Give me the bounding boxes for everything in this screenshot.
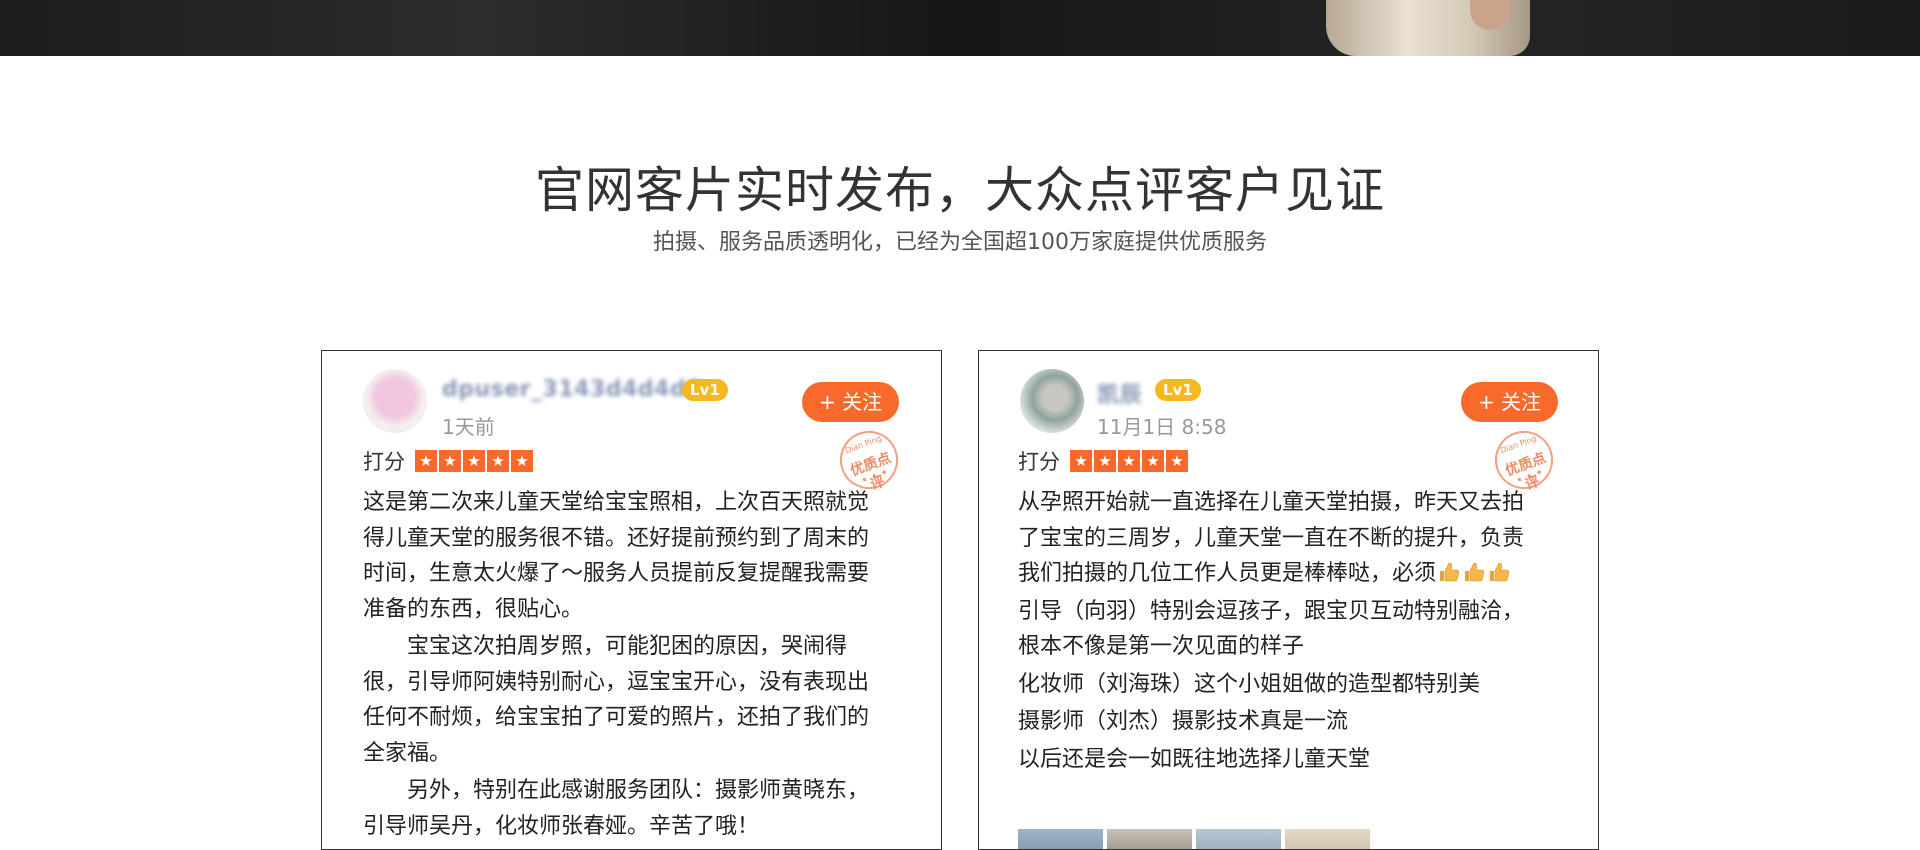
- section-subtitle: 拍摄、服务品质透明化，已经为全国超100万家庭提供优质服务: [653, 230, 1267, 255]
- review-card: 凯辰 Lv1 11月1日 8:58 + 关注 Dian Ping 优质点评 ★ …: [978, 350, 1599, 850]
- hero-banner: [0, 0, 1920, 56]
- rating: 打分 ★ ★ ★ ★ ★: [1018, 447, 1190, 475]
- review-photos[interactable]: [1018, 829, 1370, 849]
- star-icon: ★: [463, 450, 485, 472]
- thumbs-up-icon: [1465, 562, 1485, 582]
- username[interactable]: 凯辰: [1097, 377, 1142, 409]
- avatar[interactable]: [1020, 369, 1084, 433]
- review-paragraph: 宝宝这次拍周岁照，可能犯困的原因，哭闹得很，引导师阿姨特别耐心，逗宝宝开心，没有…: [363, 634, 870, 766]
- level-badge: Lv1: [682, 379, 728, 401]
- review-body: 从孕照开始就一直选择在儿童天堂拍摄，昨天又去拍了宝宝的三周岁，儿童天堂一直在不断…: [1018, 485, 1538, 779]
- review-photo[interactable]: [1285, 829, 1370, 849]
- star-icon: ★: [415, 450, 437, 472]
- thumbs-up-icon: [1490, 562, 1510, 582]
- review-photo[interactable]: [1107, 829, 1192, 849]
- star-icon: ★: [511, 450, 533, 472]
- rating-label: 打分: [1018, 450, 1060, 474]
- review-body: 这是第二次来儿童天堂给宝宝照相，上次百天照就觉得儿童天堂的服务很不错。还好提前预…: [363, 485, 883, 846]
- follow-button[interactable]: + 关注: [1461, 382, 1558, 422]
- review-paragraph: 另外，特别在此感谢服务团队：摄影师黄晓东，引导师吴丹，化妆师张春娅。辛苦了哦！: [363, 778, 870, 839]
- username[interactable]: dpuser_3143d4d4d6: [442, 377, 702, 402]
- rating: 打分 ★ ★ ★ ★ ★: [363, 447, 535, 475]
- star-icon: ★: [487, 450, 509, 472]
- review-paragraph: 化妆师（刘海珠）这个小姐姐做的造型都特别美: [1018, 671, 1481, 697]
- star-icon: ★: [1166, 450, 1188, 472]
- review-photo[interactable]: [1018, 829, 1103, 849]
- review-card: dpuser_3143d4d4d6 Lv1 1天前 + 关注 Dian Ping…: [321, 350, 942, 850]
- level-badge: Lv1: [1155, 379, 1201, 401]
- star-icon: ★: [1094, 450, 1116, 472]
- star-icon: ★: [439, 450, 461, 472]
- thumbs-up-icon: [1440, 562, 1460, 582]
- review-time: 11月1日 8:58: [1097, 415, 1227, 439]
- review-photo[interactable]: [1196, 829, 1281, 849]
- review-paragraph: 摄影师（刘杰）摄影技术真是一流: [1018, 709, 1349, 734]
- review-time: 1天前: [442, 415, 495, 439]
- section-title: 官网客片实时发布，大众点评客户见证: [534, 162, 1385, 219]
- review-paragraph: 这是第二次来儿童天堂给宝宝照相，上次百天照就觉得儿童天堂的服务很不错。还好提前预…: [363, 490, 870, 622]
- follow-button[interactable]: + 关注: [802, 382, 899, 422]
- star-icon: ★: [1070, 450, 1092, 472]
- review-paragraph: 从孕照开始就一直选择在儿童天堂拍摄，昨天又去拍了宝宝的三周岁，儿童天堂一直在不断…: [1018, 485, 1538, 592]
- rating-label: 打分: [363, 450, 405, 474]
- star-icon: ★: [1118, 450, 1140, 472]
- review-paragraph: 引导（向羽）特别会逗孩子，跟宝贝互动特别融洽，根本不像是第一次见面的样子: [1018, 598, 1525, 660]
- star-icon: ★: [1142, 450, 1164, 472]
- review-paragraph: 以后还是会一如既往地选择儿童天堂: [1018, 746, 1371, 772]
- avatar[interactable]: [363, 369, 427, 433]
